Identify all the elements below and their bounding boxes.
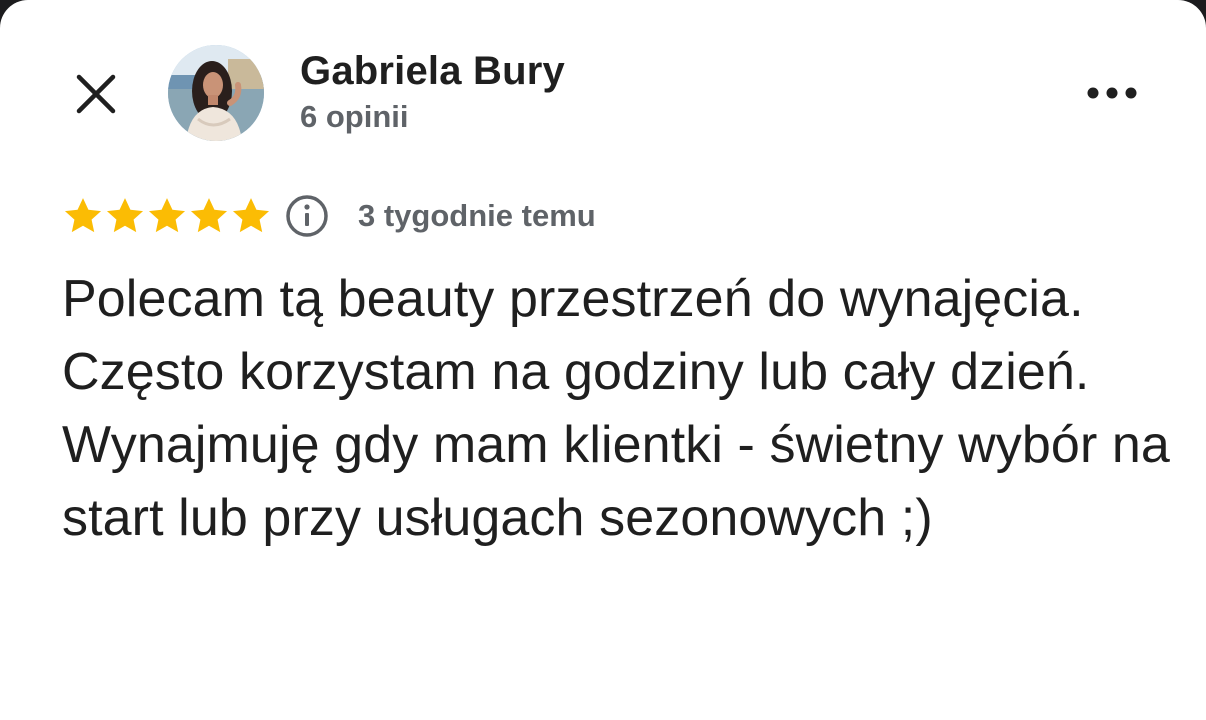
author-reviews-count: 6 opinii — [300, 99, 409, 134]
profile-photo — [168, 45, 264, 141]
star-icon — [106, 198, 144, 233]
close-button[interactable] — [66, 64, 126, 124]
review-sheet: Gabriela Bury 6 opinii 3 tygodnie temu P… — [0, 0, 1206, 720]
star-icon — [148, 198, 186, 233]
more-options-button[interactable] — [1078, 70, 1148, 116]
avatar[interactable] — [168, 45, 264, 141]
star-icon — [232, 198, 270, 233]
more-horizontal-icon — [1087, 87, 1137, 99]
rating-row: 3 tygodnie temu — [62, 192, 596, 240]
author-info: Gabriela Bury 6 opinii — [300, 47, 565, 137]
star-icon — [190, 198, 228, 233]
author-name[interactable]: Gabriela Bury — [300, 47, 565, 95]
review-text: Polecam tą beauty przestrzeń do wynajęci… — [62, 270, 1170, 547]
review-date: 3 tygodnie temu — [358, 198, 596, 233]
close-icon — [76, 74, 116, 114]
info-button[interactable] — [284, 193, 330, 239]
star-icon — [64, 198, 102, 233]
star-rating — [62, 195, 272, 237]
info-icon — [286, 195, 328, 237]
